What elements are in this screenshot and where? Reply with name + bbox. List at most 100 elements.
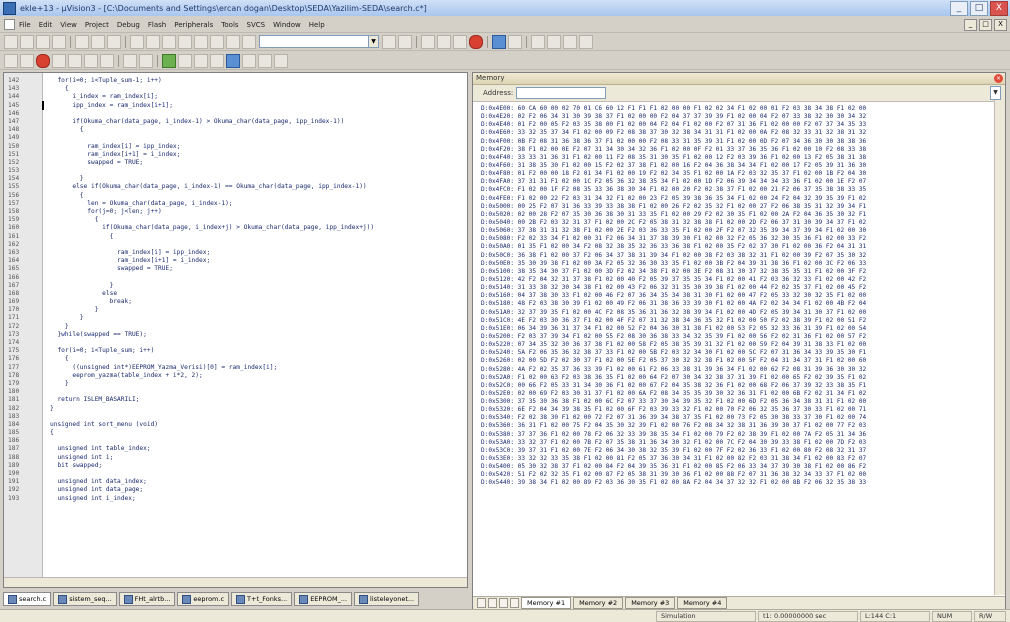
menu-edit[interactable]: Edit	[35, 21, 57, 29]
memory-row[interactable]: D:0x50C0: 36 38 F1 02 00 37 F2 06 34 37 …	[481, 252, 991, 260]
unindent-icon[interactable]	[178, 34, 192, 49]
close-icon[interactable]: ×	[994, 74, 1003, 83]
find-combo[interactable]: ▼	[259, 35, 379, 48]
memory-row[interactable]: D:0x50E0: 35 30 39 38 F1 02 00 3A F2 05 …	[481, 260, 991, 268]
prev-bookmark-icon[interactable]	[210, 34, 224, 49]
memory-row[interactable]: D:0x5440: 39 38 34 F1 02 00 89 F2 03 36 …	[481, 479, 991, 487]
close-button[interactable]: X	[990, 0, 1008, 16]
memory-row[interactable]: D:0x5000: 00 25 F2 07 31 36 33 39 33 38 …	[481, 203, 991, 211]
open-file-icon[interactable]	[20, 34, 34, 49]
menu-peripherals[interactable]: Peripherals	[170, 21, 217, 29]
menu-svcs[interactable]: SVCS	[243, 21, 270, 29]
memory-row[interactable]: D:0x5140: 31 33 38 32 30 34 38 F1 02 00 …	[481, 284, 991, 292]
memory-row[interactable]: D:0x5280: 4A F2 02 35 37 36 33 39 F1 02 …	[481, 366, 991, 374]
memory-row[interactable]: D:0x4E60: 33 32 35 37 34 F1 02 00 09 F2 …	[481, 129, 991, 137]
menu-view[interactable]: View	[56, 21, 81, 29]
menu-file[interactable]: File	[15, 21, 35, 29]
indent-icon[interactable]	[162, 34, 176, 49]
menu-flash[interactable]: Flash	[144, 21, 170, 29]
doc-close-button[interactable]: X	[994, 18, 1007, 31]
memory-row[interactable]: D:0x5040: 00 2B F2 03 32 31 37 F1 02 00 …	[481, 219, 991, 227]
step-into-icon[interactable]	[52, 53, 66, 68]
undo-icon[interactable]	[130, 34, 144, 49]
tab-search-c[interactable]: search.c	[3, 592, 52, 606]
view-icon[interactable]	[508, 34, 522, 49]
tab-memory-4[interactable]: Memory #4	[677, 597, 728, 609]
maximize-button[interactable]: □	[970, 0, 988, 16]
step-out-icon[interactable]	[84, 53, 98, 68]
find-in-files-icon[interactable]	[398, 34, 412, 49]
performance-analyzer-icon[interactable]	[242, 53, 256, 68]
memory-row[interactable]: D:0x4FA0: 37 31 31 F1 02 00 1C F2 05 36 …	[481, 178, 991, 186]
disassembly-window-icon[interactable]	[162, 53, 176, 68]
memory-row[interactable]: D:0x5300: 37 35 30 36 38 F1 02 00 6C F2 …	[481, 398, 991, 406]
memory-row[interactable]: D:0x51A0: 32 37 39 35 F1 02 00 4C F2 08 …	[481, 309, 991, 317]
memory-row[interactable]: D:0x5400: 05 30 32 38 37 F1 02 00 84 F2 …	[481, 463, 991, 471]
paste-icon[interactable]	[107, 34, 121, 49]
first-tab-nav-icon[interactable]	[477, 598, 486, 608]
memory-row[interactable]: D:0x4E40: 01 F2 00 05 F2 03 35 38 00 F1 …	[481, 121, 991, 129]
next-bookmark-icon[interactable]	[226, 34, 240, 49]
step-over-icon[interactable]	[68, 53, 82, 68]
serial-window-icon[interactable]	[210, 53, 224, 68]
menu-debug[interactable]: Debug	[113, 21, 144, 29]
tab-memory-2[interactable]: Memory #2	[573, 597, 624, 609]
prev-tab-nav-icon[interactable]	[488, 598, 497, 608]
build-icon[interactable]	[453, 34, 467, 49]
options-icon[interactable]	[563, 34, 577, 49]
memory-row[interactable]: D:0x5360: 36 31 F1 02 00 75 F2 04 35 30 …	[481, 422, 991, 430]
minimize-button[interactable]: _	[950, 0, 968, 16]
toolbox-icon[interactable]	[274, 53, 288, 68]
bookmark-icon[interactable]	[194, 34, 208, 49]
memory-row[interactable]: D:0x4F20: 38 F1 02 00 0E F2 07 31 34 30 …	[481, 146, 991, 154]
tab-fht-alrtb[interactable]: FHt_alrtb...	[118, 592, 176, 606]
address-input[interactable]	[516, 87, 607, 99]
tab-memory-1[interactable]: Memory #1	[521, 597, 572, 609]
tab-eeprom-h[interactable]: EEPROM_...	[294, 592, 353, 606]
memory-row[interactable]: D:0x5160: 04 37 38 30 33 F1 02 00 46 F2 …	[481, 292, 991, 300]
memory-row[interactable]: D:0x51E0: 06 34 39 36 31 37 34 F1 02 00 …	[481, 325, 991, 333]
run-to-cursor-icon[interactable]	[100, 53, 114, 68]
vertical-scrollbar[interactable]	[994, 100, 1005, 595]
save-icon[interactable]	[36, 34, 50, 49]
code-editor[interactable]: 142 for(i=0; i<Tuple_sum-1; i++) 143 {144…	[3, 72, 468, 588]
cut-icon[interactable]	[75, 34, 89, 49]
memory-row[interactable]: D:0x50A0: 01 35 F1 02 00 34 F2 08 32 38 …	[481, 243, 991, 251]
memory-row[interactable]: D:0x5320: 6E F2 04 34 39 38 35 F1 02 00 …	[481, 406, 991, 414]
memory-row[interactable]: D:0x4F00: 0B F2 08 31 36 38 36 37 F1 02 …	[481, 138, 991, 146]
help-icon[interactable]	[579, 34, 593, 49]
clear-bookmarks-icon[interactable]	[242, 34, 256, 49]
doc-minimize-button[interactable]: _	[964, 18, 977, 31]
memory-row[interactable]: D:0x4FC0: F1 02 00 1F F2 08 35 33 36 38 …	[481, 186, 991, 194]
halt-icon[interactable]	[36, 53, 50, 68]
code-coverage-icon[interactable]	[258, 53, 272, 68]
redo-icon[interactable]	[146, 34, 160, 49]
reset-icon[interactable]	[4, 53, 18, 68]
memory-row[interactable]: D:0x53E0: 33 32 32 33 35 38 F1 02 00 81 …	[481, 455, 991, 463]
menu-help[interactable]: Help	[305, 21, 329, 29]
memory-row[interactable]: D:0x5420: 51 F2 02 32 35 F1 02 00 87 F2 …	[481, 471, 991, 479]
memory-row[interactable]: D:0x51C0: 4E F2 03 30 36 37 F1 02 00 4F …	[481, 317, 991, 325]
tab-listeleyonet[interactable]: listeleyonet...	[354, 592, 420, 606]
find-icon[interactable]	[382, 34, 396, 49]
tab-memory-3[interactable]: Memory #3	[625, 597, 676, 609]
horizontal-scrollbar[interactable]	[4, 577, 467, 587]
show-next-statement-icon[interactable]	[123, 53, 137, 68]
menu-project[interactable]: Project	[81, 21, 113, 29]
new-file-icon[interactable]	[4, 34, 18, 49]
memory-row[interactable]: D:0x5380: 37 37 36 F1 02 00 78 F2 06 32 …	[481, 431, 991, 439]
tools-icon[interactable]	[547, 34, 561, 49]
run-icon[interactable]	[20, 53, 34, 68]
enable-trace-icon[interactable]	[139, 53, 153, 68]
memory-row[interactable]: D:0x5180: 48 F2 03 38 30 39 F1 02 00 49 …	[481, 300, 991, 308]
memory-row[interactable]: D:0x5220: 07 34 35 32 30 36 37 38 F1 02 …	[481, 341, 991, 349]
window-icon[interactable]	[492, 34, 506, 49]
config-icon[interactable]	[531, 34, 545, 49]
menu-tools[interactable]: Tools	[217, 21, 242, 29]
memory-row[interactable]: D:0x52A0: F1 02 00 63 F2 03 38 36 35 F1 …	[481, 374, 991, 382]
stop-icon[interactable]	[469, 34, 483, 49]
memory-row[interactable]: D:0x4E20: 02 F2 06 34 31 30 39 38 37 F1 …	[481, 113, 991, 121]
tab-tt-fonks[interactable]: T+t_Fonks...	[231, 592, 293, 606]
doc-restore-button[interactable]: □	[979, 18, 992, 31]
memory-row[interactable]: D:0x4F60: 31 38 35 30 F1 02 00 15 F2 02 …	[481, 162, 991, 170]
